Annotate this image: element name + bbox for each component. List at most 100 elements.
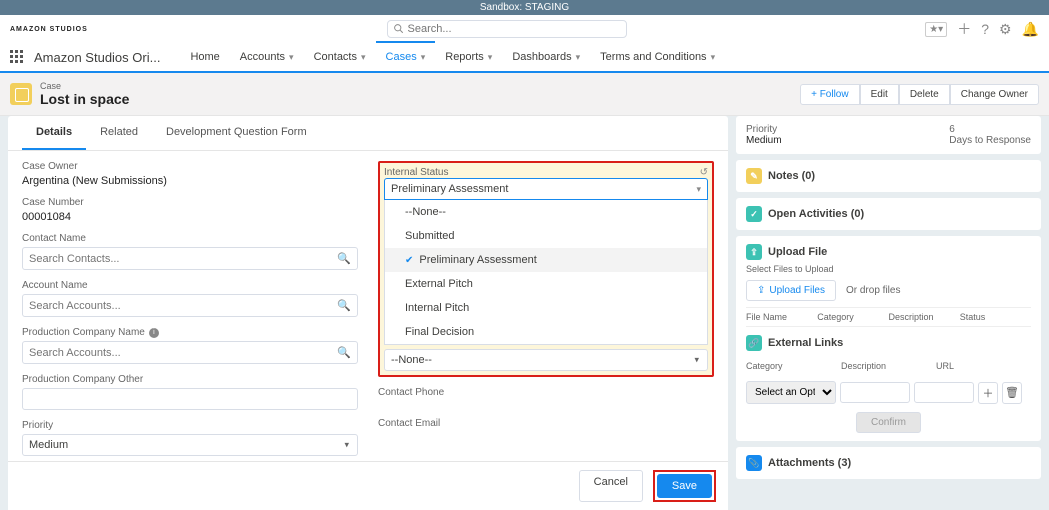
tab-dev-form[interactable]: Development Question Form <box>152 116 321 150</box>
record-title: Lost in space <box>40 91 129 107</box>
upload-sub: Select Files to Upload <box>746 264 1031 274</box>
gear-icon[interactable]: ⚙ <box>999 21 1012 38</box>
priority-label: Priority <box>22 420 358 431</box>
edit-button[interactable]: Edit <box>860 84 899 105</box>
case-number-value: 00001084 <box>22 211 358 223</box>
global-header: AMAZON STUDIOS ★▾ ＋ ? ⚙ 🔔 <box>0 15 1049 43</box>
nav-contacts[interactable]: Contacts▾ <box>304 43 376 71</box>
app-name: Amazon Studios Ori... <box>34 50 160 65</box>
change-owner-button[interactable]: Change Owner <box>950 84 1039 105</box>
side-priority-value: Medium <box>746 135 782 146</box>
ext-col-cat: Category <box>746 361 841 371</box>
delete-button[interactable]: Delete <box>899 84 950 105</box>
internal-status-options: --None-- Submitted ✔Preliminary Assessme… <box>384 200 708 345</box>
activities-icon: ✓ <box>746 206 762 222</box>
col-status: Status <box>960 312 1031 322</box>
follow-button[interactable]: + Follow <box>800 84 860 105</box>
ext-col-url: URL <box>936 361 1031 371</box>
tab-details[interactable]: Details <box>22 116 86 150</box>
undo-icon[interactable]: ↺ <box>700 167 708 178</box>
logo: AMAZON STUDIOS <box>10 26 88 33</box>
attachments-icon: 📎 <box>746 455 762 471</box>
status-option-submitted[interactable]: Submitted <box>385 224 707 248</box>
favorites-icon[interactable]: ★▾ <box>925 22 947 37</box>
contact-name-input[interactable] <box>29 253 337 265</box>
info-icon[interactable]: i <box>149 328 159 338</box>
check-icon: ✔ <box>405 255 413 266</box>
col-cat: Category <box>817 312 888 322</box>
col-file: File Name <box>746 312 817 322</box>
account-name-lookup[interactable]: 🔍 <box>22 294 358 317</box>
or-drop-label: Or drop files <box>846 285 900 296</box>
tab-related[interactable]: Related <box>86 116 152 150</box>
help-icon[interactable]: ? <box>981 21 989 37</box>
activities-card[interactable]: ✓Open Activities (0) <box>736 198 1041 230</box>
add-row-button[interactable]: ＋ <box>978 382 998 404</box>
attachments-card[interactable]: 📎Attachments (3) <box>736 447 1041 479</box>
cancel-button[interactable]: Cancel <box>579 470 643 502</box>
upload-files-button[interactable]: ⇪Upload Files <box>746 280 836 301</box>
ext-category-select[interactable]: Select an Option <box>746 381 836 404</box>
account-name-label: Account Name <box>22 280 358 291</box>
external-links-icon: 🔗 <box>746 335 762 351</box>
col-desc: Description <box>889 312 960 322</box>
chevron-down-icon: ▾ <box>488 43 493 71</box>
nav-reports[interactable]: Reports▾ <box>435 43 502 71</box>
case-owner-value: Argentina (New Submissions) <box>22 175 358 187</box>
internal-status-highlight: Internal Status ↺ Preliminary Assessment▾… <box>378 161 714 377</box>
nav-terms[interactable]: Terms and Conditions▾ <box>590 43 725 71</box>
notes-card[interactable]: ✎Notes (0) <box>736 160 1041 192</box>
chevron-down-icon: ▾ <box>576 43 581 71</box>
case-owner-label: Case Owner <box>22 161 358 172</box>
search-icon: 🔍 <box>337 299 351 312</box>
chevron-down-icon: ▾ <box>289 43 294 71</box>
status-option-internal[interactable]: Internal Pitch <box>385 296 707 320</box>
search-icon: 🔍 <box>337 252 351 265</box>
nav-bar: Amazon Studios Ori... Home Accounts▾ Con… <box>0 43 1049 73</box>
app-launcher-icon[interactable] <box>10 50 24 64</box>
secondary-select[interactable]: --None-- <box>384 349 708 371</box>
status-option-preliminary[interactable]: ✔Preliminary Assessment <box>385 248 707 272</box>
sandbox-banner: Sandbox: STAGING <box>0 0 1049 15</box>
global-search[interactable] <box>387 20 627 38</box>
status-option-final[interactable]: Final Decision <box>385 320 707 344</box>
detail-tabs: Details Related Development Question For… <box>8 116 728 151</box>
delete-row-button[interactable]: 🗑 <box>1002 382 1022 404</box>
side-days-label: Days to Response <box>949 135 1031 146</box>
prod-co-lookup[interactable]: 🔍 <box>22 341 358 364</box>
side-priority-label: Priority <box>746 124 782 135</box>
nav-accounts[interactable]: Accounts▾ <box>230 43 304 71</box>
upload-icon: ⇪ <box>746 244 762 260</box>
notes-icon: ✎ <box>746 168 762 184</box>
contact-name-label: Contact Name <box>22 233 358 244</box>
prod-co-other-label: Production Company Other <box>22 374 358 385</box>
account-name-input[interactable] <box>29 300 337 312</box>
ext-url-input[interactable] <box>914 382 974 403</box>
internal-status-label: Internal Status <box>384 167 448 178</box>
priority-select[interactable]: Medium <box>22 434 358 456</box>
contact-name-lookup[interactable]: 🔍 <box>22 247 358 270</box>
prod-co-input[interactable] <box>29 347 337 359</box>
nav-dashboards[interactable]: Dashboards▾ <box>502 43 590 71</box>
status-option-external[interactable]: External Pitch <box>385 272 707 296</box>
search-icon <box>394 24 404 34</box>
notification-icon[interactable]: 🔔 <box>1022 21 1039 38</box>
chevron-down-icon: ▾ <box>421 43 426 71</box>
add-icon[interactable]: ＋ <box>957 19 971 39</box>
ext-col-desc: Description <box>841 361 936 371</box>
prod-co-other-input[interactable] <box>22 388 358 410</box>
chevron-down-icon: ▾ <box>711 43 716 71</box>
nav-home[interactable]: Home <box>180 43 229 71</box>
chevron-down-icon: ▾ <box>696 184 701 195</box>
record-header: Case Lost in space + Follow Edit Delete … <box>0 73 1049 116</box>
confirm-button[interactable]: Confirm <box>856 412 921 433</box>
save-button[interactable]: Save <box>657 474 712 498</box>
ext-desc-input[interactable] <box>840 382 910 403</box>
status-option-none[interactable]: --None-- <box>385 200 707 224</box>
prod-co-label: Production Company Namei <box>22 327 358 338</box>
search-input[interactable] <box>408 23 620 35</box>
contact-email-label: Contact Email <box>378 418 714 429</box>
internal-status-select[interactable]: Preliminary Assessment▾ <box>384 178 708 200</box>
nav-cases[interactable]: Cases▾ <box>376 41 436 71</box>
side-six: 6 <box>949 124 1031 135</box>
